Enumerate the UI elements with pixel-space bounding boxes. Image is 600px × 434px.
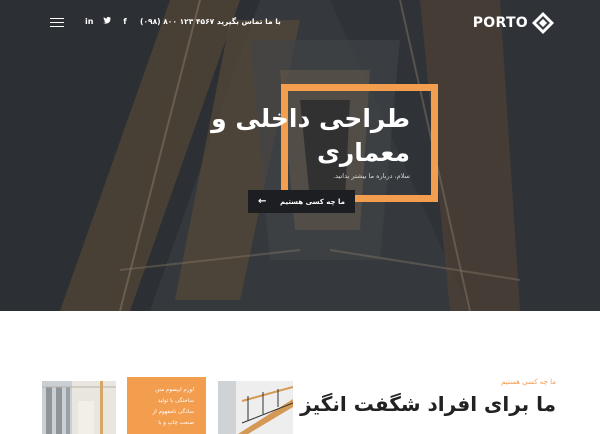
hero-title: طراحی داخلی و معماری — [210, 102, 410, 170]
arrow-left-icon: ← — [258, 196, 267, 207]
twitter-icon[interactable] — [103, 16, 111, 28]
logo[interactable]: PORTO — [473, 12, 554, 34]
interior-image-staircase — [218, 381, 293, 434]
facebook-icon[interactable]: f — [121, 16, 129, 28]
card-line-3: سادگی نامفهوم از — [152, 409, 194, 415]
logo-icon — [532, 12, 554, 34]
hero-subtitle: سلام، درباره ما بیشتر بدانید. — [333, 172, 410, 180]
card-line-2: ساختگی با تولید — [157, 398, 194, 404]
about-orange-card: لورم ایپسوم متن ساختگی با تولید سادگی نا… — [127, 377, 206, 434]
linkedin-icon[interactable]: in — [85, 16, 93, 28]
hero-cta-label: ما چه کسی هستیم — [279, 197, 345, 206]
social-links: in f — [85, 16, 129, 28]
card-line-1: لورم ایپسوم متن — [155, 387, 194, 393]
menu-hamburger-icon[interactable] — [50, 18, 64, 28]
hero-cta-button[interactable]: ← ما چه کسی هستیم — [248, 190, 355, 213]
site-header: PORTO با ما تماس بگیرید ۴۵۶۷ ۱۲۳ ۸۰۰ (۰۹… — [0, 0, 600, 46]
hero-title-line2: معماری — [316, 138, 410, 167]
logo-text: PORTO — [472, 15, 528, 31]
interior-image-corridor — [42, 381, 116, 434]
about-title: ما برای افراد شگفت انگیز — [300, 392, 556, 416]
contact-phone[interactable]: با ما تماس بگیرید ۴۵۶۷ ۱۲۳ ۸۰۰ (۰۹۸) — [140, 17, 281, 26]
card-line-4: صنعت چاپ و با — [158, 420, 194, 426]
hero-title-line1: طراحی داخلی و — [211, 104, 410, 133]
about-tag: ما چه کسی هستیم — [501, 378, 556, 386]
